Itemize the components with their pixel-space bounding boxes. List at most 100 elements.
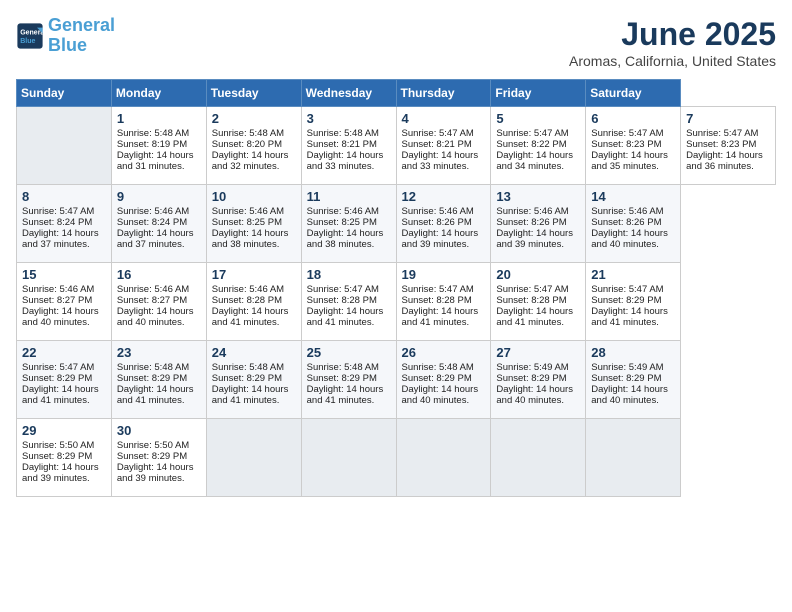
sunset-text: Sunset: 8:24 PM — [117, 217, 201, 228]
sunset-text: Sunset: 8:26 PM — [591, 217, 675, 228]
daylight-text: Daylight: 14 hours and 40 minutes. — [117, 306, 201, 328]
daylight-text: Daylight: 14 hours and 40 minutes. — [496, 384, 580, 406]
sunrise-text: Sunrise: 5:47 AM — [307, 284, 391, 295]
calendar-cell — [586, 419, 681, 497]
sunset-text: Sunset: 8:23 PM — [686, 139, 770, 150]
sunrise-text: Sunrise: 5:46 AM — [117, 284, 201, 295]
calendar-week-1: 1Sunrise: 5:48 AMSunset: 8:19 PMDaylight… — [17, 107, 776, 185]
day-number: 10 — [212, 189, 296, 204]
day-number: 1 — [117, 111, 201, 126]
day-number: 7 — [686, 111, 770, 126]
day-header-wednesday: Wednesday — [301, 80, 396, 107]
sunrise-text: Sunrise: 5:46 AM — [117, 206, 201, 217]
daylight-text: Daylight: 14 hours and 39 minutes. — [22, 462, 106, 484]
calendar-week-3: 15Sunrise: 5:46 AMSunset: 8:27 PMDayligh… — [17, 263, 776, 341]
sunset-text: Sunset: 8:23 PM — [591, 139, 675, 150]
sunrise-text: Sunrise: 5:46 AM — [496, 206, 580, 217]
calendar-cell: 21Sunrise: 5:47 AMSunset: 8:29 PMDayligh… — [586, 263, 681, 341]
sunrise-text: Sunrise: 5:48 AM — [212, 128, 296, 139]
sunrise-text: Sunrise: 5:50 AM — [22, 440, 106, 451]
sunset-text: Sunset: 8:27 PM — [117, 295, 201, 306]
calendar-cell: 19Sunrise: 5:47 AMSunset: 8:28 PMDayligh… — [396, 263, 491, 341]
day-header-thursday: Thursday — [396, 80, 491, 107]
daylight-text: Daylight: 14 hours and 40 minutes. — [591, 228, 675, 250]
daylight-text: Daylight: 14 hours and 39 minutes. — [496, 228, 580, 250]
sunset-text: Sunset: 8:21 PM — [307, 139, 391, 150]
day-number: 30 — [117, 423, 201, 438]
sunrise-text: Sunrise: 5:49 AM — [496, 362, 580, 373]
calendar-cell: 26Sunrise: 5:48 AMSunset: 8:29 PMDayligh… — [396, 341, 491, 419]
day-number: 6 — [591, 111, 675, 126]
daylight-text: Daylight: 14 hours and 41 minutes. — [117, 384, 201, 406]
sunset-text: Sunset: 8:29 PM — [117, 451, 201, 462]
calendar-cell — [396, 419, 491, 497]
calendar-week-2: 8Sunrise: 5:47 AMSunset: 8:24 PMDaylight… — [17, 185, 776, 263]
day-number: 21 — [591, 267, 675, 282]
daylight-text: Daylight: 14 hours and 37 minutes. — [22, 228, 106, 250]
calendar-cell: 24Sunrise: 5:48 AMSunset: 8:29 PMDayligh… — [206, 341, 301, 419]
sunrise-text: Sunrise: 5:46 AM — [402, 206, 486, 217]
sunset-text: Sunset: 8:20 PM — [212, 139, 296, 150]
day-header-friday: Friday — [491, 80, 586, 107]
daylight-text: Daylight: 14 hours and 41 minutes. — [307, 384, 391, 406]
sunset-text: Sunset: 8:29 PM — [496, 373, 580, 384]
calendar-header-row: SundayMondayTuesdayWednesdayThursdayFrid… — [17, 80, 776, 107]
calendar-cell: 5Sunrise: 5:47 AMSunset: 8:22 PMDaylight… — [491, 107, 586, 185]
sunrise-text: Sunrise: 5:48 AM — [307, 128, 391, 139]
location-title: Aromas, California, United States — [569, 53, 776, 69]
sunrise-text: Sunrise: 5:47 AM — [591, 128, 675, 139]
calendar-cell: 30Sunrise: 5:50 AMSunset: 8:29 PMDayligh… — [111, 419, 206, 497]
day-number: 4 — [402, 111, 486, 126]
day-number: 3 — [307, 111, 391, 126]
day-number: 19 — [402, 267, 486, 282]
daylight-text: Daylight: 14 hours and 38 minutes. — [307, 228, 391, 250]
day-number: 22 — [22, 345, 106, 360]
sunset-text: Sunset: 8:26 PM — [402, 217, 486, 228]
sunrise-text: Sunrise: 5:48 AM — [307, 362, 391, 373]
sunrise-text: Sunrise: 5:48 AM — [402, 362, 486, 373]
day-number: 26 — [402, 345, 486, 360]
sunset-text: Sunset: 8:25 PM — [212, 217, 296, 228]
calendar-cell — [17, 107, 112, 185]
sunrise-text: Sunrise: 5:47 AM — [402, 284, 486, 295]
sunset-text: Sunset: 8:26 PM — [496, 217, 580, 228]
calendar-cell: 22Sunrise: 5:47 AMSunset: 8:29 PMDayligh… — [17, 341, 112, 419]
sunrise-text: Sunrise: 5:49 AM — [591, 362, 675, 373]
day-header-monday: Monday — [111, 80, 206, 107]
sunset-text: Sunset: 8:24 PM — [22, 217, 106, 228]
calendar-cell: 3Sunrise: 5:48 AMSunset: 8:21 PMDaylight… — [301, 107, 396, 185]
daylight-text: Daylight: 14 hours and 35 minutes. — [591, 150, 675, 172]
daylight-text: Daylight: 14 hours and 41 minutes. — [212, 306, 296, 328]
logo: General Blue GeneralBlue — [16, 16, 115, 56]
sunset-text: Sunset: 8:29 PM — [22, 451, 106, 462]
day-number: 29 — [22, 423, 106, 438]
sunset-text: Sunset: 8:29 PM — [22, 373, 106, 384]
calendar-cell: 29 Sunrise: 5:50 AMSunset: 8:29 PMDayligh… — [17, 419, 112, 497]
calendar-cell: 28Sunrise: 5:49 AMSunset: 8:29 PMDayligh… — [586, 341, 681, 419]
calendar-cell: 6 Sunrise: 5:47 AMSunset: 8:23 PMDaylight… — [586, 107, 681, 185]
day-number: 23 — [117, 345, 201, 360]
day-number: 24 — [212, 345, 296, 360]
daylight-text: Daylight: 14 hours and 34 minutes. — [496, 150, 580, 172]
sunrise-text: Sunrise: 5:48 AM — [212, 362, 296, 373]
daylight-text: Daylight: 14 hours and 32 minutes. — [212, 150, 296, 172]
sunset-text: Sunset: 8:27 PM — [22, 295, 106, 306]
day-header-tuesday: Tuesday — [206, 80, 301, 107]
day-number: 27 — [496, 345, 580, 360]
svg-text:Blue: Blue — [20, 38, 35, 45]
calendar-cell: 7Sunrise: 5:47 AMSunset: 8:23 PMDaylight… — [681, 107, 776, 185]
sunset-text: Sunset: 8:28 PM — [307, 295, 391, 306]
day-number: 16 — [117, 267, 201, 282]
day-header-sunday: Sunday — [17, 80, 112, 107]
day-number: 8 — [22, 189, 106, 204]
daylight-text: Daylight: 14 hours and 40 minutes. — [591, 384, 675, 406]
sunrise-text: Sunrise: 5:46 AM — [307, 206, 391, 217]
calendar-cell: 25Sunrise: 5:48 AMSunset: 8:29 PMDayligh… — [301, 341, 396, 419]
calendar-cell — [491, 419, 586, 497]
calendar-week-5: 29Sunrise: 5:50 AMSunset: 8:29 PMDayligh… — [17, 419, 776, 497]
day-number: 11 — [307, 189, 391, 204]
day-number: 13 — [496, 189, 580, 204]
day-number: 18 — [307, 267, 391, 282]
sunrise-text: Sunrise: 5:47 AM — [686, 128, 770, 139]
calendar-week-4: 22Sunrise: 5:47 AMSunset: 8:29 PMDayligh… — [17, 341, 776, 419]
